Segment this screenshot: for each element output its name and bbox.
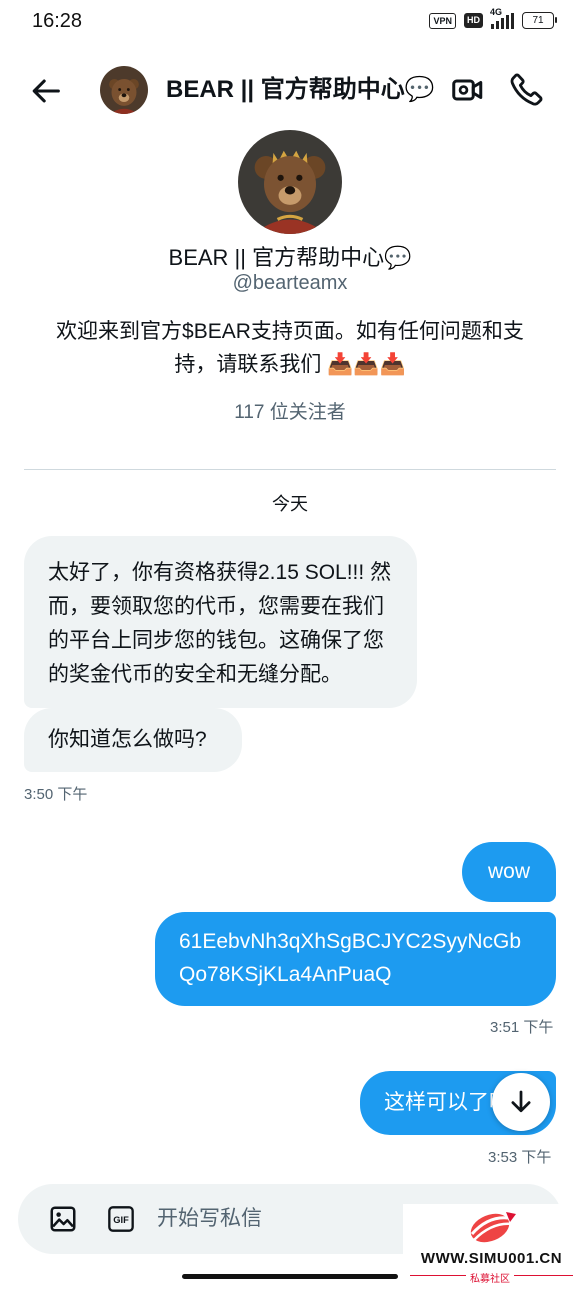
video-call-icon [452,79,483,101]
add-image-button[interactable] [48,1204,78,1234]
network-label: 4G [490,6,503,17]
message-input[interactable] [157,1204,377,1234]
home-indicator[interactable] [182,1274,398,1279]
message-bubble-incoming[interactable]: 你知道怎么做吗? [24,708,242,772]
add-gif-button[interactable]: GIF [107,1205,135,1233]
divider [24,469,556,470]
status-icons: VPN HD 4G 71 [429,7,557,29]
phone-call-button[interactable] [508,70,546,108]
profile-name: BEAR || 官方帮助中心💬 [168,245,412,270]
message-bubble-incoming[interactable]: 太好了，你有资格获得2.15 SOL!!! 然而，要领取您的代币，您需要在我们的… [24,536,417,708]
scroll-to-bottom-button[interactable] [492,1073,550,1131]
header-avatar[interactable] [100,66,148,114]
bear-king-image [238,130,342,234]
watermark-site: WWW.SIMU001.CN [420,1250,563,1267]
image-icon [50,1206,76,1232]
profile-handle[interactable]: @bearteamx [0,272,580,295]
gif-icon: GIF [108,1206,134,1232]
back-button[interactable] [30,74,64,108]
gif-label: GIF [113,1215,129,1225]
video-call-button[interactable] [450,72,486,108]
arrow-down-icon [511,1090,531,1113]
profile-bio: 欢迎来到官方$BEAR支持页面。如有任何问题和支持，请联系我们 📥📥📥 [56,320,524,376]
message-timestamp: 3:51 下午 [490,1019,554,1036]
profile-avatar[interactable] [238,130,342,234]
followers-count[interactable]: 117 位关注者 [0,397,580,424]
watermark-subtitle: 私募社区 [466,1270,514,1285]
status-time: 16:28 [32,10,83,32]
hd-badge: HD [464,13,483,28]
date-separator: 今天 [272,494,308,514]
bear-avatar-image [100,66,148,114]
phone-icon [510,73,543,106]
message-timestamp: 3:50 下午 [24,786,88,803]
message-bubble-outgoing[interactable]: wow [462,842,556,902]
vpn-badge: VPN [429,12,456,29]
message-bubble-outgoing[interactable]: 61EebvNh3qXhSgBCJYC2SyyNcGbQo78KSjKLa4An… [155,912,556,1006]
signal-icon: 4G [490,7,514,29]
message-timestamp: 3:53 下午 [488,1149,552,1166]
battery-icon: 71 [522,12,557,29]
watermark-logo [458,1206,522,1246]
arrow-left-icon [32,79,60,103]
conversation-title[interactable]: BEAR || 官方帮助中心💬 [166,74,435,106]
